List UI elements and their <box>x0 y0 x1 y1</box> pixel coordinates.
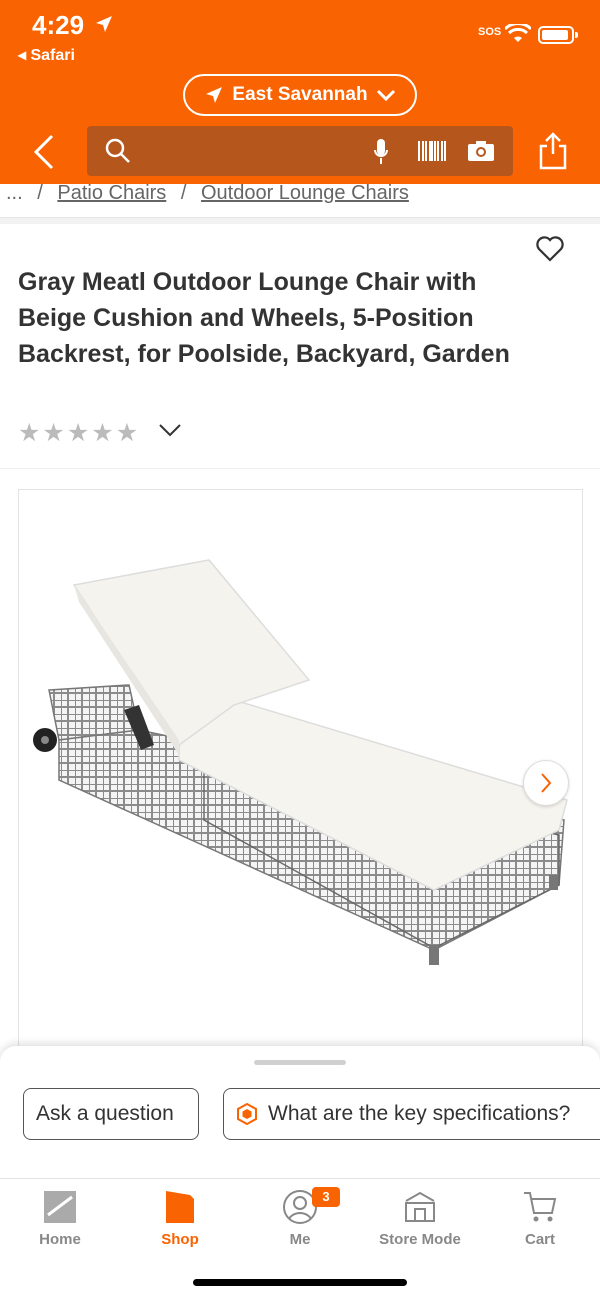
divider <box>0 468 600 469</box>
key-specifications-label: What are the key specifications? <box>268 1102 571 1125</box>
product-image <box>33 559 568 965</box>
heart-icon[interactable] <box>536 236 564 262</box>
shop-icon <box>166 1191 194 1223</box>
star-icon: ★ <box>115 419 139 447</box>
tab-cart-label: Cart <box>524 1231 555 1248</box>
status-time: 4:29 <box>32 10 85 40</box>
chevron-down-icon <box>376 89 395 102</box>
home-indicator[interactable] <box>193 1279 407 1286</box>
star-icon: ★ <box>66 419 90 447</box>
me-notification-badge: 3 <box>312 1187 340 1207</box>
rating-stars[interactable]: ★ ★ ★ ★ ★ <box>18 418 138 448</box>
search-row <box>0 124 600 178</box>
breadcrumb-outdoor-lounge-chairs[interactable]: Outdoor Lounge Chairs <box>201 184 409 204</box>
store-icon <box>405 1191 435 1222</box>
status-bar: 4:29 ◂ Safari SOS <box>0 0 600 70</box>
tab-me[interactable]: Me <box>240 1179 360 1259</box>
star-icon: ★ <box>18 419 41 447</box>
tab-cart[interactable]: Cart <box>480 1179 600 1259</box>
chevron-right-icon <box>541 773 552 793</box>
chevron-down-icon[interactable] <box>158 422 182 438</box>
sheet-grabber[interactable] <box>254 1060 346 1065</box>
share-icon[interactable] <box>538 132 568 170</box>
cart-icon <box>524 1192 557 1222</box>
bottom-sheet: Ask a question What are the key specific… <box>0 1046 600 1299</box>
tab-home-label: Home <box>39 1231 81 1248</box>
product-image-carousel[interactable] <box>18 489 583 1049</box>
breadcrumb-patio-chairs[interactable]: Patio Chairs <box>57 184 166 204</box>
tab-me-label: Me <box>289 1231 311 1248</box>
key-specifications-button[interactable]: What are the key specifications? <box>223 1088 600 1140</box>
sos-indicator: SOS <box>478 26 502 38</box>
tab-home[interactable]: Home <box>0 1179 120 1259</box>
star-icon: ★ <box>91 419 114 447</box>
breadcrumb: ... / Patio Chairs / Outdoor Lounge Chai… <box>0 184 600 218</box>
ask-question-label: Ask a question <box>36 1102 174 1125</box>
app-header: 4:29 ◂ Safari SOS East Savannah <box>0 0 600 184</box>
store-name: East Savannah <box>232 84 368 105</box>
star-icon: ★ <box>42 419 65 447</box>
tab-shop[interactable]: Shop <box>120 1179 240 1259</box>
battery-icon <box>538 26 578 44</box>
ai-hexagon-icon <box>237 1103 257 1125</box>
location-arrow-icon <box>206 87 223 103</box>
home-depot-logo-icon <box>44 1191 76 1223</box>
tab-store-mode[interactable]: Store Mode <box>360 1179 480 1259</box>
back-to-safari-link[interactable]: ◂ Safari <box>18 45 75 65</box>
tab-store-mode-label: Store Mode <box>379 1231 461 1248</box>
search-input[interactable] <box>87 126 513 176</box>
tab-shop-label: Shop <box>161 1231 199 1248</box>
location-arrow-icon <box>96 16 112 32</box>
camera-icon[interactable] <box>467 140 495 162</box>
wifi-icon <box>505 24 531 42</box>
back-arrow-icon[interactable] <box>30 132 60 172</box>
barcode-scanner-icon[interactable] <box>417 140 447 162</box>
product-title: Gray Meatl Outdoor Lounge Chair with Bei… <box>18 268 510 368</box>
section-divider <box>0 218 600 224</box>
bottom-tab-bar: Home Shop Me 3 Store Mode Cart <box>0 1178 600 1258</box>
store-selector[interactable]: East Savannah <box>183 74 417 116</box>
ask-question-button[interactable]: Ask a question <box>23 1088 199 1140</box>
microphone-icon[interactable] <box>373 138 389 166</box>
search-icon <box>105 138 130 163</box>
next-image-button[interactable] <box>523 760 569 806</box>
breadcrumb-ellipsis[interactable]: ... <box>6 184 23 204</box>
